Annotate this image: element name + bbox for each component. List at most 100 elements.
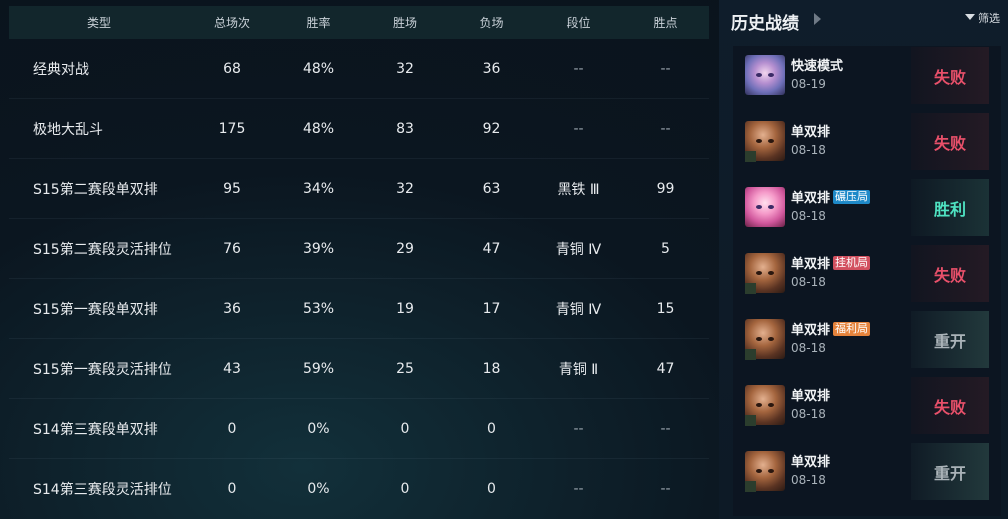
- cell-rank: 青铜 Ⅳ: [555, 241, 602, 258]
- level-badge-icon: [745, 283, 756, 294]
- match-tag-badge: 福利局: [833, 321, 871, 336]
- match-mode: 单双排: [791, 385, 830, 404]
- table-row: S14第三赛段单双排 0 0% 0 0 -- --: [9, 399, 709, 459]
- cell-type: S15第一赛段单双排: [33, 301, 158, 318]
- match-item[interactable]: 单双排 08-18 失败: [733, 376, 1001, 434]
- match-mode: 快速模式: [791, 55, 843, 74]
- cell-type: S14第三赛段单双排: [33, 421, 158, 438]
- cell-type: S15第二赛段灵活排位: [33, 241, 172, 258]
- cell-rate: 48%: [302, 60, 335, 77]
- match-tag-badge: 碾压局: [833, 189, 871, 204]
- cell-total: 68: [223, 60, 241, 77]
- cell-wins: 19: [396, 300, 414, 317]
- match-mode: 单双排: [791, 451, 830, 470]
- cell-wins: 0: [400, 481, 410, 497]
- cell-total: 43: [223, 360, 241, 377]
- cell-type: S15第二赛段单双排: [33, 181, 158, 198]
- match-history-header: 历史战绩 筛选: [719, 0, 1008, 40]
- cell-rank: 青铜 Ⅳ: [555, 301, 602, 318]
- cell-rank: --: [573, 420, 584, 437]
- cell-points: 5: [661, 240, 670, 257]
- level-badge-icon: [745, 151, 756, 162]
- table-row: S15第二赛段灵活排位 76 39% 29 47 青铜 Ⅳ 5: [9, 219, 709, 279]
- cell-rank: --: [573, 60, 584, 77]
- match-mode: 单双排: [791, 121, 830, 140]
- match-history-panel: 历史战绩 筛选 快速模式 08-19 失败 单双排 08-18 失败 单双排 碾…: [719, 0, 1008, 519]
- match-item[interactable]: 单双排 福利局 08-18 重开: [733, 310, 1001, 368]
- match-mode-label: 单双排: [791, 455, 831, 470]
- cell-type: 经典对战: [33, 61, 89, 78]
- cell-points: 47: [656, 360, 675, 377]
- filter-label: 筛选: [978, 12, 1000, 25]
- match-mode: 单双排 碾压局: [791, 187, 871, 206]
- cell-wins: 0: [400, 420, 410, 437]
- match-list: 快速模式 08-19 失败 单双排 08-18 失败 单双排 碾压局 08-18…: [733, 46, 1001, 516]
- match-date: 08-18: [791, 407, 826, 421]
- header-wins: 胜场: [392, 16, 417, 30]
- cell-rate: 48%: [302, 120, 335, 137]
- cell-type: S15第一赛段灵活排位: [33, 361, 172, 378]
- match-mode-label: 快速模式: [791, 59, 844, 74]
- match-item[interactable]: 单双排 碾压局 08-18 胜利: [733, 178, 1001, 236]
- cell-points: --: [660, 481, 671, 497]
- ranked-stats-table: 类型 总场次 胜率 胜场 负场 段位 胜点 经典对战 68 48% 32 36 …: [9, 6, 709, 519]
- match-result: 失败: [911, 113, 989, 170]
- match-item[interactable]: 单双排 08-18 失败: [733, 112, 1001, 170]
- cell-rate: 34%: [302, 180, 335, 197]
- match-mode-label: 单双排: [791, 323, 831, 338]
- match-result: 重开: [911, 443, 989, 500]
- cell-total: 0: [227, 420, 237, 437]
- match-mode: 单双排 挂机局: [791, 253, 871, 272]
- cell-wins: 25: [396, 360, 414, 377]
- match-history-title[interactable]: 历史战绩: [731, 9, 799, 34]
- funnel-icon: [965, 14, 975, 20]
- table-row: 极地大乱斗 175 48% 83 92 -- --: [9, 99, 709, 159]
- cell-losses: 47: [482, 240, 501, 257]
- cell-total: 175: [218, 120, 246, 137]
- cell-losses: 63: [482, 180, 501, 197]
- cell-wins: 32: [396, 60, 414, 77]
- cell-rate: 0%: [307, 481, 330, 497]
- stats-table-header: 类型 总场次 胜率 胜场 负场 段位 胜点: [9, 6, 709, 39]
- cell-rate: 59%: [302, 360, 335, 377]
- table-row: 经典对战 68 48% 32 36 -- --: [9, 39, 709, 99]
- match-date: 08-18: [791, 209, 826, 223]
- cell-rate: 53%: [302, 300, 335, 317]
- cell-losses: 0: [487, 481, 496, 497]
- cell-wins: 32: [396, 180, 414, 197]
- pink-champion-icon: [745, 187, 785, 227]
- cell-points: --: [660, 420, 671, 437]
- cell-rank: --: [573, 481, 584, 497]
- cell-rate: 0%: [307, 420, 330, 437]
- cell-total: 36: [223, 300, 241, 317]
- match-mode: 单双排 福利局: [791, 319, 871, 338]
- match-result: 失败: [911, 245, 989, 302]
- header-losses: 负场: [479, 16, 504, 30]
- cell-losses: 0: [487, 420, 496, 437]
- match-item[interactable]: 单双排 08-18 重开: [733, 442, 1001, 500]
- cell-wins: 83: [396, 120, 414, 137]
- match-mode-label: 单双排: [791, 125, 831, 140]
- cell-points: --: [660, 120, 671, 137]
- header-points: 胜点: [653, 16, 678, 30]
- cell-points: 15: [656, 300, 675, 317]
- cell-rank: 青铜 Ⅱ: [558, 361, 599, 378]
- chevron-right-icon[interactable]: [814, 13, 821, 25]
- match-date: 08-18: [791, 341, 826, 355]
- cell-losses: 36: [482, 60, 501, 77]
- filter-button[interactable]: 筛选: [965, 10, 1000, 26]
- cell-points: 99: [656, 180, 675, 197]
- match-item[interactable]: 单双排 挂机局 08-18 失败: [733, 244, 1001, 302]
- level-badge-icon: [745, 349, 756, 360]
- match-mode-label: 单双排: [791, 257, 831, 272]
- match-item[interactable]: 快速模式 08-19 失败: [733, 46, 1001, 104]
- header-rank: 段位: [566, 16, 591, 30]
- cell-rate: 39%: [302, 240, 335, 257]
- table-row: S15第二赛段单双排 95 34% 32 63 黑铁 Ⅲ 99: [9, 159, 709, 219]
- match-date: 08-18: [791, 143, 826, 157]
- table-row: S14第三赛段灵活排位 0 0% 0 0 -- --: [9, 459, 709, 519]
- match-result: 重开: [911, 311, 989, 368]
- cell-losses: 92: [482, 120, 501, 137]
- table-row: S15第一赛段灵活排位 43 59% 25 18 青铜 Ⅱ 47: [9, 339, 709, 399]
- cell-total: 95: [223, 180, 241, 197]
